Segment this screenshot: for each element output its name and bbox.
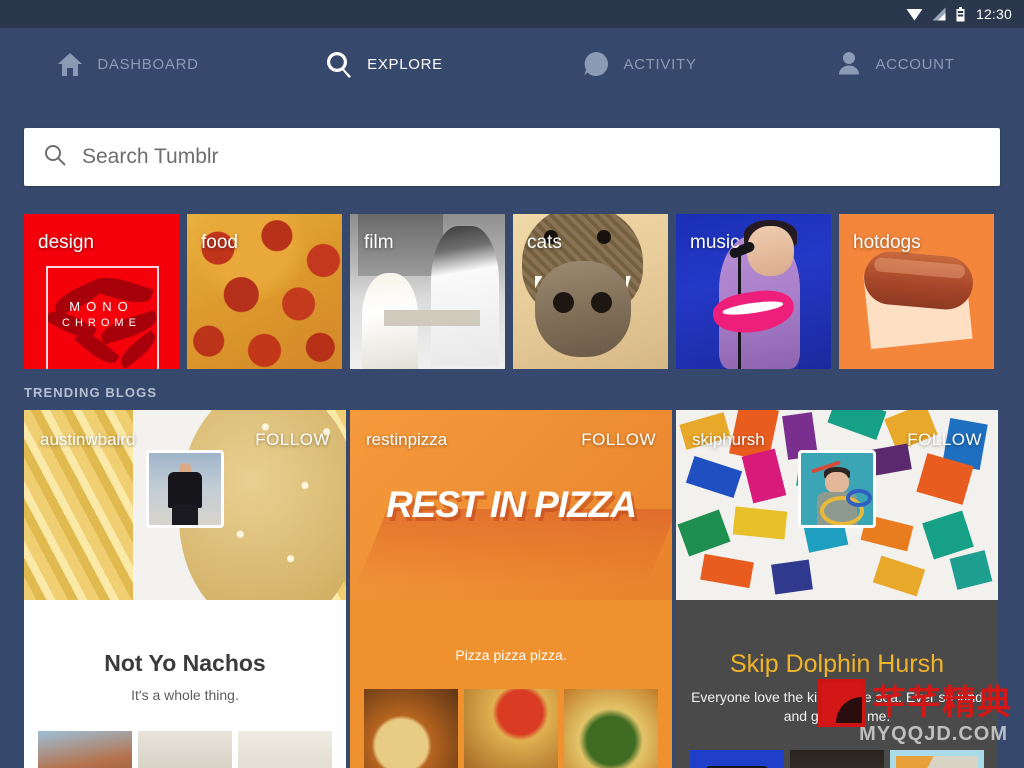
category-tile-label: film: [364, 232, 394, 253]
nav-tab-explore[interactable]: EXPLORE: [256, 28, 512, 100]
category-tile-label: food: [201, 232, 238, 253]
avatar: [146, 450, 224, 528]
blog-title: Not Yo Nachos: [104, 650, 266, 676]
category-tile-design[interactable]: MONO CHROME design: [24, 214, 179, 369]
post-thumbnail[interactable]: [690, 750, 784, 768]
home-icon: [57, 51, 83, 77]
blog-username: austinwbaird: [40, 430, 136, 449]
blog-header-banner-text: REST IN PIZZA: [385, 484, 637, 525]
post-thumbnail[interactable]: [564, 689, 658, 768]
blog-post-thumbnails: [676, 736, 998, 768]
design-overlay-primary: MONO: [69, 299, 134, 314]
blog-card-header-bar: restinpizza FOLLOW: [350, 410, 672, 470]
signal-icon: [932, 7, 947, 21]
nav-tab-activity[interactable]: ACTIVITY: [512, 28, 768, 100]
post-thumbnail[interactable]: [364, 689, 458, 768]
post-thumbnail[interactable]: [138, 731, 232, 768]
category-tiles: MONO CHROME design food film cats music …: [0, 186, 1024, 369]
blog-card[interactable]: REST IN PIZZA restinpizza FOLLOW Pizza p…: [350, 410, 672, 768]
blog-post-thumbnails: [24, 717, 346, 768]
main-navigation: DASHBOARD EXPLORE ACTIVITY ACCOUNT: [0, 28, 1024, 100]
category-tile-hotdogs[interactable]: hotdogs: [839, 214, 994, 369]
blog-title: Skip Dolphin Hursh: [730, 650, 944, 678]
blog-card-body: Pizza pizza pizza.: [350, 600, 672, 675]
person-icon: [837, 51, 861, 77]
blog-card-header: skiphursh FOLLOW: [676, 410, 998, 600]
post-thumbnail[interactable]: [38, 731, 132, 768]
blog-post-thumbnails: [350, 675, 672, 768]
blog-description: It's a whole thing.: [131, 687, 239, 703]
design-tile-overlay: MONO CHROME: [24, 298, 179, 332]
trending-blogs-heading: TRENDING BLOGS: [24, 385, 158, 400]
blog-description: Pizza pizza pizza.: [455, 647, 567, 663]
search-icon: [44, 144, 66, 171]
nav-tab-account-label: ACCOUNT: [875, 55, 955, 73]
blog-card-header: austinwbaird FOLLOW: [24, 410, 346, 600]
blog-description: Everyone love the king of the sea. Ever …: [691, 689, 983, 724]
blog-username: skiphursh: [692, 430, 765, 449]
category-tile-label: cats: [527, 232, 562, 253]
search-icon: [325, 50, 353, 78]
post-thumbnail[interactable]: [790, 750, 884, 768]
follow-button[interactable]: FOLLOW: [581, 430, 656, 450]
design-overlay-secondary: CHROME: [62, 317, 141, 329]
nav-tab-account[interactable]: ACCOUNT: [768, 28, 1024, 100]
blog-username: restinpizza: [366, 430, 448, 449]
follow-button[interactable]: FOLLOW: [907, 430, 982, 450]
chat-smiley-icon: [583, 51, 609, 77]
category-tile-label: design: [38, 232, 94, 253]
follow-button[interactable]: FOLLOW: [255, 430, 330, 450]
category-tile-food[interactable]: food: [187, 214, 342, 369]
search-bar[interactable]: [24, 128, 1000, 186]
blog-card[interactable]: skiphursh FOLLOW Skip Dolphin Hursh Ever…: [676, 410, 998, 768]
status-time: 12:30: [975, 6, 1012, 22]
category-tile-cats[interactable]: cats: [513, 214, 668, 369]
category-tile-label: hotdogs: [853, 232, 921, 253]
search-section: [0, 100, 1024, 186]
category-tile-film[interactable]: film: [350, 214, 505, 369]
blog-card[interactable]: austinwbaird FOLLOW Not Yo Nachos It's a…: [24, 410, 346, 768]
wifi-icon: [906, 7, 923, 21]
post-thumbnail[interactable]: [464, 689, 558, 768]
category-tile-label: music: [690, 232, 740, 253]
blog-card-body: Not Yo Nachos It's a whole thing.: [24, 600, 346, 717]
search-input[interactable]: [82, 145, 980, 169]
trending-blogs-list: austinwbaird FOLLOW Not Yo Nachos It's a…: [0, 410, 1024, 768]
battery-icon: [956, 6, 965, 22]
post-thumbnail[interactable]: [238, 731, 332, 768]
post-thumbnail[interactable]: [890, 750, 984, 768]
blog-card-body: Skip Dolphin Hursh Everyone love the kin…: [676, 600, 998, 736]
nav-tab-explore-label: EXPLORE: [367, 55, 443, 73]
status-bar: 12:30: [0, 0, 1024, 28]
avatar: [798, 450, 876, 528]
nav-tab-dashboard-label: DASHBOARD: [97, 55, 199, 73]
nav-tab-dashboard[interactable]: DASHBOARD: [0, 28, 256, 100]
nav-tab-activity-label: ACTIVITY: [623, 55, 697, 73]
category-tile-music[interactable]: music: [676, 214, 831, 369]
blog-card-header: REST IN PIZZA restinpizza FOLLOW: [350, 410, 672, 600]
